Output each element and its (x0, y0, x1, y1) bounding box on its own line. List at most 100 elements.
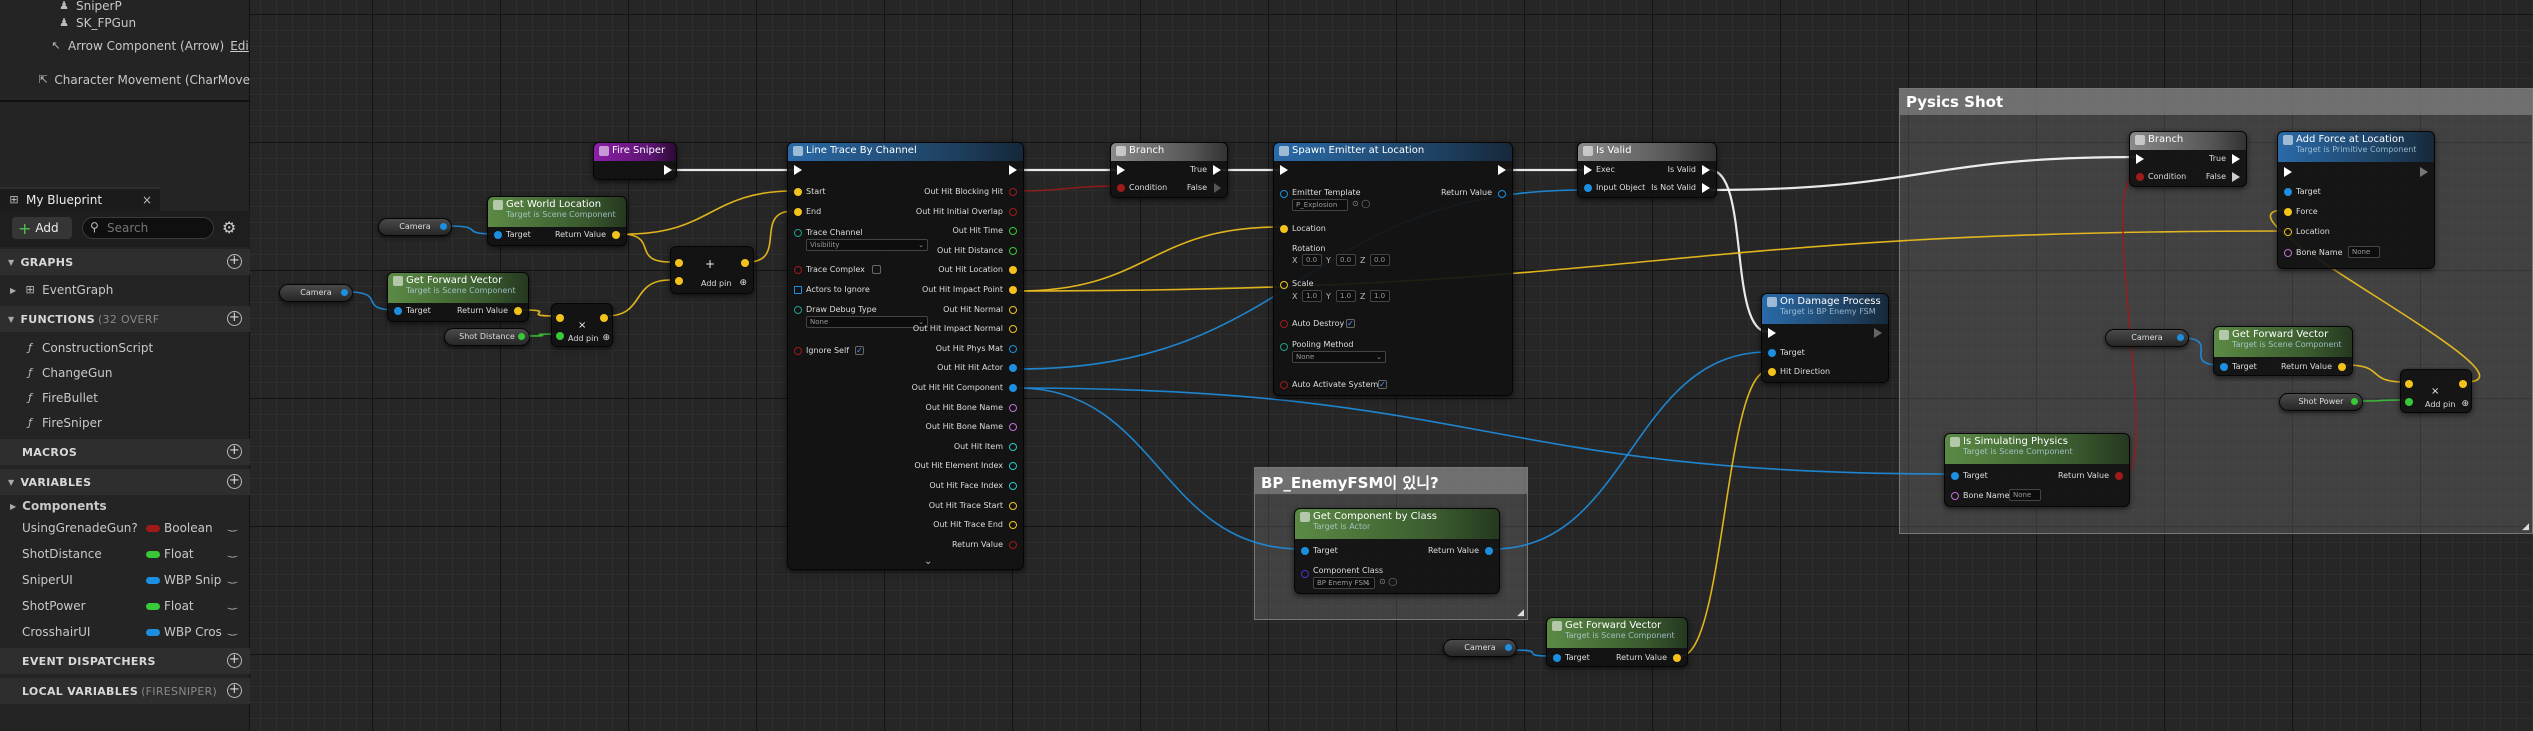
add-graph-button[interactable]: + (227, 254, 242, 269)
scale-z-field[interactable]: 1.0 (1370, 290, 1390, 302)
search-input[interactable] (107, 220, 207, 236)
close-icon[interactable]: × (142, 193, 152, 207)
object-pin[interactable] (341, 289, 348, 296)
get-world-location-node[interactable]: Get World Location Target is Scene Compon… (487, 196, 627, 246)
output-pin[interactable] (1009, 305, 1017, 314)
output-pin[interactable] (1009, 423, 1017, 432)
exec-out-pin[interactable] (2420, 167, 2428, 177)
vector-out-pin[interactable] (514, 307, 522, 315)
section-event-dispatchers[interactable]: EVENT DISPATCHERS + (0, 648, 250, 674)
bone-name-field[interactable]: None (2009, 489, 2041, 501)
browse-icon[interactable]: ⊙ ◯ (1352, 199, 1370, 208)
multiply-node[interactable]: × Add pin ⊕ (551, 303, 613, 347)
graph-item[interactable]: ▶ ⊞ EventGraph (0, 278, 250, 302)
browse-icon[interactable]: ⊙ ◯ (1379, 577, 1397, 586)
shot-power-variable-node[interactable]: Shot Power (2279, 393, 2363, 411)
enum-pin[interactable] (794, 306, 802, 314)
vector-in-pin[interactable] (675, 277, 683, 285)
vector-out-pin[interactable] (2459, 380, 2467, 388)
float-pin[interactable] (2351, 398, 2358, 405)
exec-in-pin[interactable] (1117, 165, 1125, 175)
scale-pin[interactable] (1280, 281, 1288, 289)
exec-in-pin[interactable] (1768, 328, 1776, 338)
multiply-node[interactable]: × Add pin ⊕ (2400, 369, 2472, 413)
chevron-down-icon[interactable]: ⌄ (924, 556, 932, 567)
eye-closed-icon[interactable]: ‿ (228, 545, 237, 558)
is-simulating-physics-node[interactable]: Is Simulating Physics Target is Scene Com… (1944, 433, 2130, 507)
function-item[interactable]: ƒ ChangeGun (0, 361, 250, 385)
on-damage-process-node[interactable]: On Damage Process Target is BP Enemy FSM … (1761, 293, 1889, 383)
target-pin[interactable] (2284, 188, 2292, 196)
float-in-pin[interactable] (556, 332, 564, 340)
false-exec-pin[interactable] (2232, 172, 2240, 182)
vector-in-pin[interactable] (556, 314, 564, 322)
enum-pin[interactable] (1280, 343, 1288, 351)
target-pin[interactable] (1301, 547, 1309, 555)
component-item[interactable]: ⇱ Character Movement (CharMove (0, 68, 250, 92)
exec-out-pin[interactable] (1009, 165, 1017, 175)
add-local-variable-button[interactable]: + (227, 683, 242, 698)
output-pin[interactable] (1009, 344, 1017, 353)
section-macros[interactable]: MACROS + (0, 439, 250, 465)
output-pin[interactable] (1009, 188, 1017, 196)
component-class-dropdown[interactable]: BP Enemy FSM ⌄ (1313, 577, 1375, 589)
auto-destroy-checkbox[interactable]: ✓ (1346, 319, 1355, 328)
exec-in-pin[interactable] (1584, 165, 1592, 175)
line-trace-by-channel-node[interactable]: Line Trace By Channel Start End Trace Ch… (787, 142, 1024, 570)
vector-out-pin[interactable] (600, 314, 608, 322)
target-pin[interactable] (1951, 472, 1959, 480)
scale-x-field[interactable]: 1.0 (1302, 290, 1322, 302)
auto-activate-checkbox[interactable]: ✓ (1378, 380, 1387, 389)
get-forward-vector-node[interactable]: Get Forward Vector Target is Scene Compon… (1546, 617, 1688, 667)
add-function-button[interactable]: + (227, 311, 242, 326)
add-pin-icon[interactable]: ⊕ (739, 278, 747, 288)
condition-pin[interactable] (1117, 184, 1125, 192)
my-blueprint-tab[interactable]: ⊞ My Blueprint × (0, 187, 160, 211)
output-pin[interactable] (1009, 501, 1017, 510)
trace-complex-checkbox[interactable] (872, 265, 881, 274)
eye-closed-icon[interactable]: ‿ (228, 571, 237, 584)
vector-out-pin[interactable] (1673, 654, 1681, 662)
output-pin[interactable] (1009, 246, 1017, 255)
class-pin[interactable] (1301, 570, 1309, 578)
is-valid-node[interactable]: Is Valid Exec Is Valid Input Object Is N… (1577, 142, 1717, 198)
output-pin[interactable] (1009, 286, 1017, 294)
target-pin[interactable] (1553, 654, 1561, 662)
function-item[interactable]: ƒ FireSniper (0, 411, 250, 435)
rotation-z-field[interactable]: 0.0 (1370, 254, 1390, 266)
branch-node[interactable]: Branch True Condition False (2129, 131, 2247, 187)
exec-in-pin[interactable] (794, 165, 802, 175)
float-in-pin[interactable] (2405, 398, 2413, 406)
pooling-method-dropdown[interactable]: None ⌄ (1292, 351, 1386, 363)
emitter-template-picker[interactable]: P_Explosion (1292, 199, 1348, 211)
component-item[interactable]: ↖ Arrow Component (Arrow) Edi (0, 34, 250, 58)
section-local-variables[interactable]: LOCAL VARIABLES (FIRESNIPER) + (0, 678, 250, 704)
trace-channel-pin[interactable] (794, 229, 802, 237)
add-pin-icon[interactable]: ⊕ (602, 333, 610, 343)
target-pin[interactable] (2220, 363, 2228, 371)
array-pin[interactable] (794, 286, 802, 294)
function-item[interactable]: ƒ ConstructionScript (0, 336, 250, 360)
add-force-at-location-node[interactable]: Add Force at Location Target is Primitive… (2277, 131, 2435, 269)
float-pin[interactable] (518, 333, 525, 340)
emitter-template-pin[interactable] (1280, 190, 1288, 198)
output-pin[interactable] (1009, 442, 1017, 451)
event-graph-canvas[interactable]: Pysics Shot ◢ BP_EnemyFSM이 있니? ◢ Fire Sn… (250, 0, 2533, 731)
end-pin[interactable] (794, 208, 802, 216)
eye-closed-icon[interactable]: ‿ (228, 623, 237, 636)
rotation-x-field[interactable]: 0.0 (1302, 254, 1322, 266)
rotation-y-field[interactable]: 0.0 (1336, 254, 1356, 266)
hit-direction-pin[interactable] (1768, 368, 1776, 376)
exec-out-pin[interactable] (1874, 328, 1882, 338)
get-component-by-class-node[interactable]: Get Component by Class Target is Actor Ta… (1294, 508, 1500, 594)
camera-variable-node[interactable]: Camera (378, 218, 452, 236)
exec-out-pin[interactable] (1498, 165, 1506, 175)
return-value-pin[interactable] (1485, 547, 1493, 555)
eye-closed-icon[interactable]: ‿ (228, 519, 237, 532)
output-pin[interactable] (1009, 482, 1017, 490)
spawn-emitter-at-location-node[interactable]: Spawn Emitter at Location Emitter Templa… (1273, 142, 1513, 396)
camera-variable-node[interactable]: Camera (1443, 639, 1517, 657)
trace-channel-dropdown[interactable]: Visibility ⌄ (806, 239, 928, 251)
vector-in-pin[interactable] (2405, 380, 2413, 388)
add-pin-icon[interactable]: ⊕ (2461, 399, 2469, 409)
